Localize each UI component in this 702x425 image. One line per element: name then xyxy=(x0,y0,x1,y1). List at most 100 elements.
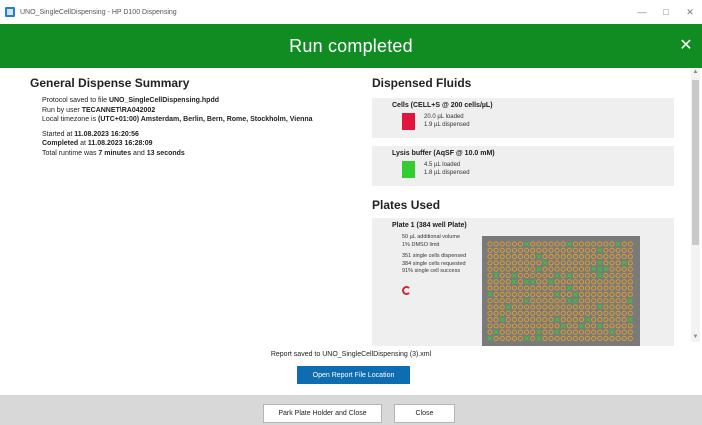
well-filled-mark xyxy=(505,310,511,316)
well-filled-mark xyxy=(542,304,548,310)
close-icon[interactable]: ✕ xyxy=(676,35,696,55)
scrollbar-thumb[interactable] xyxy=(692,80,699,245)
well-filled-mark xyxy=(487,323,493,329)
scroll-down-icon[interactable]: ▼ xyxy=(691,333,700,342)
well-filled-mark xyxy=(615,323,621,329)
well-filled-mark xyxy=(493,260,499,266)
well-filled-mark xyxy=(578,291,585,297)
well-empty-mark xyxy=(493,273,499,278)
well-filled-mark xyxy=(585,272,591,279)
well-filled-mark xyxy=(554,285,560,291)
well-filled-mark xyxy=(505,254,511,260)
well-filled-mark xyxy=(578,247,585,253)
well-filled-mark xyxy=(609,310,615,316)
general-summary-panel: General Dispense Summary Protocol saved … xyxy=(30,76,350,158)
well-filled-mark xyxy=(487,254,493,260)
well-filled-mark xyxy=(566,266,572,272)
maximize-icon[interactable]: □ xyxy=(654,0,678,24)
report-saved-text: Report saved to UNO_SingleCellDispensing… xyxy=(270,351,432,358)
well-filled-mark xyxy=(615,317,621,323)
well-filled-mark xyxy=(536,291,542,297)
well-filled-mark xyxy=(627,335,633,342)
well-filled-mark xyxy=(536,323,542,329)
well-empty-mark xyxy=(585,317,591,323)
well-filled-mark xyxy=(487,304,493,310)
refresh-icon[interactable] xyxy=(402,286,411,295)
well-filled-mark xyxy=(517,279,524,285)
well-filled-mark xyxy=(554,323,560,329)
window-close-icon[interactable]: ✕ xyxy=(678,0,702,24)
park-plate-holder-close-button[interactable]: Park Plate Holder and Close xyxy=(263,404,382,423)
well-filled-mark xyxy=(542,247,548,253)
well-filled-mark xyxy=(530,310,536,316)
dialog-footer: Park Plate Holder and Close Close xyxy=(0,395,702,425)
well-filled-mark xyxy=(591,291,597,297)
well-filled-mark xyxy=(597,317,603,323)
well-filled-mark xyxy=(609,241,615,247)
well-filled-mark xyxy=(493,254,499,260)
well-filled-mark xyxy=(585,254,591,260)
well-filled-mark xyxy=(524,310,530,316)
well-filled-mark xyxy=(542,254,548,260)
window-titlebar: UNO_SingleCellDispensing - HP D100 Dispe… xyxy=(0,0,702,24)
well-filled-mark xyxy=(511,291,517,297)
well-filled-mark xyxy=(621,310,627,316)
fluid-volumes: 20.0 µL loaded 1.9 µL dispensed xyxy=(424,114,470,128)
well-empty-mark xyxy=(487,336,493,341)
well-filled-mark xyxy=(578,266,585,272)
well-filled-mark xyxy=(603,285,609,291)
page-title: Run completed xyxy=(289,35,413,56)
well-filled-mark xyxy=(524,272,530,279)
minimize-icon[interactable]: — xyxy=(630,0,654,24)
well-filled-mark xyxy=(627,241,633,247)
well-empty-mark xyxy=(627,298,633,304)
well-filled-mark xyxy=(615,329,621,335)
well-filled-mark xyxy=(524,323,530,329)
open-report-location-button[interactable]: Open Report File Location xyxy=(297,366,410,384)
well-filled-mark xyxy=(560,329,566,335)
well-filled-mark xyxy=(548,272,554,279)
general-summary-heading: General Dispense Summary xyxy=(30,76,190,90)
well-filled-mark xyxy=(542,298,548,304)
well-filled-mark xyxy=(585,298,591,304)
well-filled-mark xyxy=(511,298,517,304)
well-filled-mark xyxy=(560,241,566,247)
well-filled-mark xyxy=(524,254,530,260)
fluid-card-lysis: Lysis buffer (AqSF @ 10.0 mM) 4.5 µL loa… xyxy=(372,146,674,186)
well-filled-mark xyxy=(493,335,499,342)
timezone-line: Local timezone is (UTC+01:00) Amsterdam,… xyxy=(42,116,313,123)
well-filled-mark xyxy=(591,254,597,260)
well-filled-mark xyxy=(548,317,554,323)
well-filled-mark xyxy=(493,266,499,272)
plate-well-map xyxy=(482,236,640,346)
well-filled-mark xyxy=(566,323,572,329)
well-filled-mark xyxy=(493,298,499,304)
well-filled-mark xyxy=(542,266,548,272)
close-button[interactable]: Close xyxy=(394,404,455,423)
vertical-scrollbar[interactable]: ▲ ▼ xyxy=(691,68,700,342)
well-filled-mark xyxy=(560,298,566,304)
well-filled-mark xyxy=(560,272,566,279)
well-filled-mark xyxy=(524,285,530,291)
scroll-up-icon[interactable]: ▲ xyxy=(691,68,700,77)
well-filled-mark xyxy=(609,279,615,285)
well-empty-mark xyxy=(609,329,615,335)
well-filled-mark xyxy=(603,291,609,297)
well-filled-mark xyxy=(554,310,560,316)
well-empty-mark xyxy=(579,323,584,329)
well-filled-mark xyxy=(517,329,524,335)
well-filled-mark xyxy=(627,272,633,279)
well-filled-mark xyxy=(530,272,536,279)
well-filled-mark xyxy=(572,310,578,316)
well-filled-mark xyxy=(505,329,511,335)
well-filled-mark xyxy=(517,291,524,297)
well-filled-mark xyxy=(572,247,578,253)
well-filled-mark xyxy=(536,298,542,304)
well-filled-mark xyxy=(560,247,566,253)
well-filled-mark xyxy=(499,310,505,316)
well-filled-mark xyxy=(499,329,505,335)
well-filled-mark xyxy=(524,317,530,323)
well-filled-mark xyxy=(603,241,609,247)
well-filled-mark xyxy=(566,310,572,316)
well-filled-mark xyxy=(572,329,578,335)
